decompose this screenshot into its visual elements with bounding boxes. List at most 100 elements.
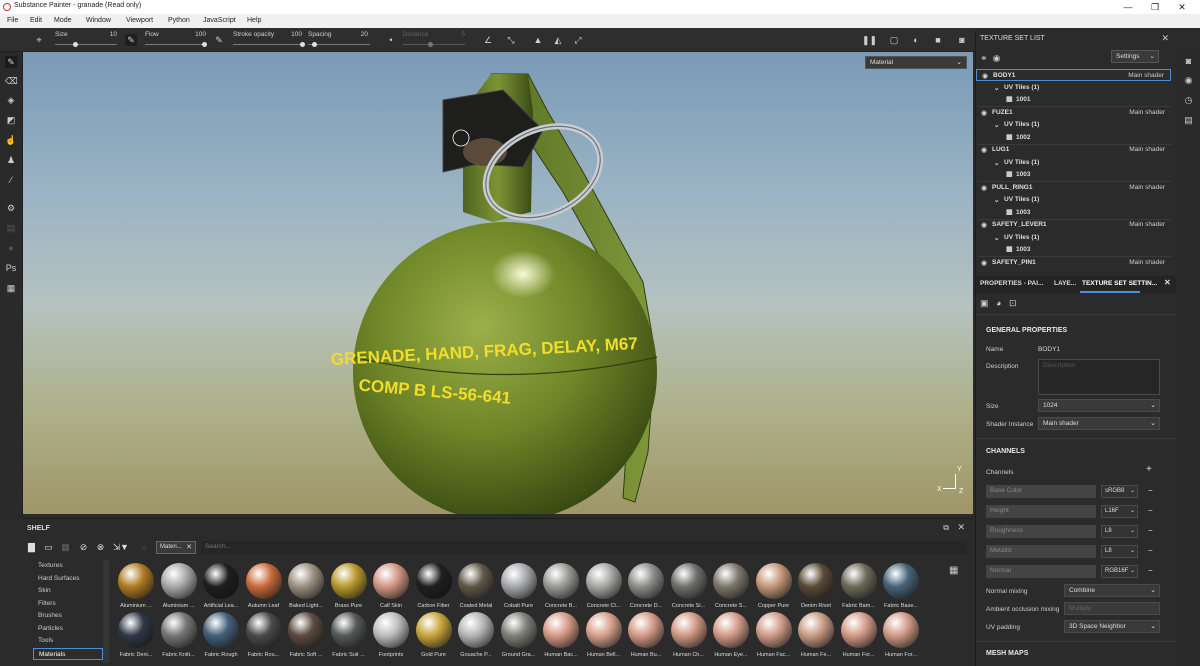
menu-window[interactable]: Window xyxy=(86,17,111,24)
flow-value[interactable]: 100 xyxy=(192,31,206,38)
eye-icon[interactable]: ◉ xyxy=(981,259,987,267)
stroke-opacity-handle[interactable] xyxy=(300,42,305,47)
material-thumbnail[interactable]: Autumn Leaf xyxy=(243,563,285,613)
uv-tiles-row[interactable]: ⌄ UV Tiles (1) xyxy=(992,82,1162,94)
add-channel-button[interactable]: + xyxy=(1146,464,1152,475)
document-icon[interactable]: ▦ xyxy=(5,282,17,294)
texture-set-settings-dropdown[interactable]: Settings ⌄ xyxy=(1111,50,1159,63)
material-thumbnail[interactable]: Denim Rivet xyxy=(795,563,837,613)
normal-mixing-dropdown[interactable]: Combine ⌄ xyxy=(1064,584,1160,597)
material-thumbnail[interactable]: Ground Gra... xyxy=(498,612,540,662)
menu-mode[interactable]: Mode xyxy=(54,17,72,24)
chevron-down-icon[interactable]: ⌄ xyxy=(994,196,999,204)
material-thumbnail[interactable]: Fabric Base... xyxy=(880,563,922,613)
material-thumbnail[interactable]: Aluminium ... xyxy=(158,563,200,613)
smudge-icon[interactable]: ☝ xyxy=(5,134,17,146)
size-slider-handle[interactable] xyxy=(73,42,78,47)
close-window-button[interactable]: ✕ xyxy=(1172,1,1192,13)
category-particles[interactable]: Particles xyxy=(33,623,103,635)
material-thumbnail[interactable]: Concrete B... xyxy=(540,563,582,613)
material-thumbnail[interactable]: Brass Pure xyxy=(328,563,370,613)
size-space-icon[interactable]: ⤢ xyxy=(572,34,584,46)
texture-set-row[interactable]: ◉ LUG1 Main shader xyxy=(976,144,1171,156)
material-thumbnail[interactable]: Fabric Suit ... xyxy=(328,612,370,662)
flow-slider-handle[interactable] xyxy=(202,42,207,47)
material-thumbnail[interactable]: Human Bac... xyxy=(540,612,582,662)
uv-tiles-row[interactable]: ⌄ UV Tiles (1) xyxy=(992,157,1162,169)
material-thumbnail[interactable]: Human Bell... xyxy=(583,612,625,662)
angle-icon[interactable]: ∠ xyxy=(482,34,494,46)
material-thumbnail[interactable]: Fabric Knitt... xyxy=(158,612,200,662)
channel-name-field[interactable]: Base Color xyxy=(986,485,1096,498)
clone-stamp-icon[interactable]: ♟ xyxy=(5,154,17,166)
menu-file[interactable]: File xyxy=(7,17,18,24)
channel-format-dropdown[interactable]: L8 ⌄ xyxy=(1101,525,1138,538)
uv-tiles-row[interactable]: ⌄ UV Tiles (1) xyxy=(992,194,1162,206)
channel-format-dropdown[interactable]: L16F ⌄ xyxy=(1101,505,1138,518)
stroke-opacity-value[interactable]: 100 xyxy=(288,31,302,38)
uv-tiles-row[interactable]: ⌄ UV Tiles (1) xyxy=(992,119,1162,131)
filter-chip[interactable]: Materi... ✕ xyxy=(156,541,196,554)
material-thumbnail[interactable]: Human Ch... xyxy=(668,612,710,662)
render-mode-icon[interactable]: ◐ xyxy=(910,34,922,46)
eye-icon[interactable]: ◉ xyxy=(981,109,987,117)
screenshot-camera-icon[interactable]: ◙ xyxy=(956,34,968,46)
material-thumbnail[interactable]: Concrete S... xyxy=(710,563,752,613)
material-thumbnail[interactable]: Human Bu... xyxy=(625,612,667,662)
close-panel-icon[interactable]: ✕ xyxy=(957,522,965,533)
material-thumbnail[interactable]: Human For... xyxy=(880,612,922,662)
remove-channel-button[interactable]: − xyxy=(1148,526,1153,535)
material-thumbnail[interactable]: Human Fe... xyxy=(795,612,837,662)
texture-set-row[interactable]: ◉ SAFETY_PIN1 Main shader xyxy=(976,257,1171,269)
mirror-icon[interactable]: ▲ xyxy=(532,34,544,46)
size-value[interactable]: 10 xyxy=(103,31,117,38)
channel-format-dropdown[interactable]: sRGB8 ⌄ xyxy=(1101,485,1138,498)
eye-icon[interactable]: ◉ xyxy=(982,72,988,80)
pressure-flow-icon[interactable]: ✎ xyxy=(213,34,225,46)
video-camera-icon[interactable]: ■ xyxy=(932,34,944,46)
size-dropdown[interactable]: 1024 ⌄ xyxy=(1038,399,1160,412)
menu-edit[interactable]: Edit xyxy=(30,17,42,24)
uv-padding-dropdown[interactable]: 3D Space Neighbor ⌄ xyxy=(1064,620,1160,633)
shelf-search-input[interactable]: Search... xyxy=(201,541,966,554)
menu-help[interactable]: Help xyxy=(247,17,261,24)
link-icon[interactable]: ⚭ xyxy=(980,53,988,63)
chevron-down-icon[interactable]: ⌄ xyxy=(994,84,999,92)
material-thumbnail[interactable]: Baked Light... xyxy=(285,563,327,613)
material-thumbnail[interactable]: Gold Pure xyxy=(413,612,455,662)
minimize-button[interactable]: — xyxy=(1118,1,1138,13)
remove-channel-button[interactable]: − xyxy=(1148,486,1153,495)
remove-channel-button[interactable]: − xyxy=(1148,506,1153,515)
description-input[interactable]: Description xyxy=(1038,359,1160,395)
pause-icon[interactable]: ❚❚ xyxy=(862,34,877,46)
channel-name-field[interactable]: Metallic xyxy=(986,545,1096,558)
uv-tile-row[interactable]: ▦ 1003 xyxy=(1006,169,1166,181)
channel-format-dropdown[interactable]: RGB16F ⌄ xyxy=(1101,565,1138,578)
size-slider[interactable] xyxy=(55,44,117,45)
channel-name-field[interactable]: Height xyxy=(986,505,1096,518)
material-thumbnail[interactable]: Human For... xyxy=(838,612,880,662)
channel-format-dropdown[interactable]: L8 ⌄ xyxy=(1101,545,1138,558)
material-thumbnail[interactable]: Fabric Rough xyxy=(200,612,242,662)
category-textures[interactable]: Textures xyxy=(33,560,103,572)
flow-slider[interactable] xyxy=(145,44,207,45)
category-tools[interactable]: Tools xyxy=(33,635,103,647)
uv-tile-row[interactable]: ▦ 1003 xyxy=(1006,244,1166,256)
texture-set-row[interactable]: ◉ FUZE1 Main shader xyxy=(976,107,1171,119)
close-panel-icon[interactable]: ✕ xyxy=(1161,33,1169,44)
symmetry-icon[interactable]: ⌖ xyxy=(33,34,45,46)
hide-icon[interactable]: ⊘ xyxy=(78,542,89,553)
uv-tiles-row[interactable]: ⌄ UV Tiles (1) xyxy=(992,232,1162,244)
channel-name-field[interactable]: Normal xyxy=(986,565,1096,578)
material-thumbnail[interactable]: Cobalt Pure xyxy=(498,563,540,613)
folder-icon[interactable]: ▇ xyxy=(26,542,37,553)
close-panel-icon[interactable]: ✕ xyxy=(1164,278,1171,287)
chevron-down-icon[interactable]: ⌄ xyxy=(994,159,999,167)
material-thumbnail[interactable]: Human Eye... xyxy=(710,612,752,662)
backface-icon[interactable]: ◭ xyxy=(552,34,564,46)
stroke-opacity-slider[interactable] xyxy=(233,44,305,45)
polygon-fill-icon[interactable]: ◩ xyxy=(5,114,17,126)
eye-icon[interactable]: ◉ xyxy=(981,146,987,154)
eye-icon[interactable]: ◉ xyxy=(981,221,987,229)
material-icon[interactable]: ◕ xyxy=(996,298,1001,308)
